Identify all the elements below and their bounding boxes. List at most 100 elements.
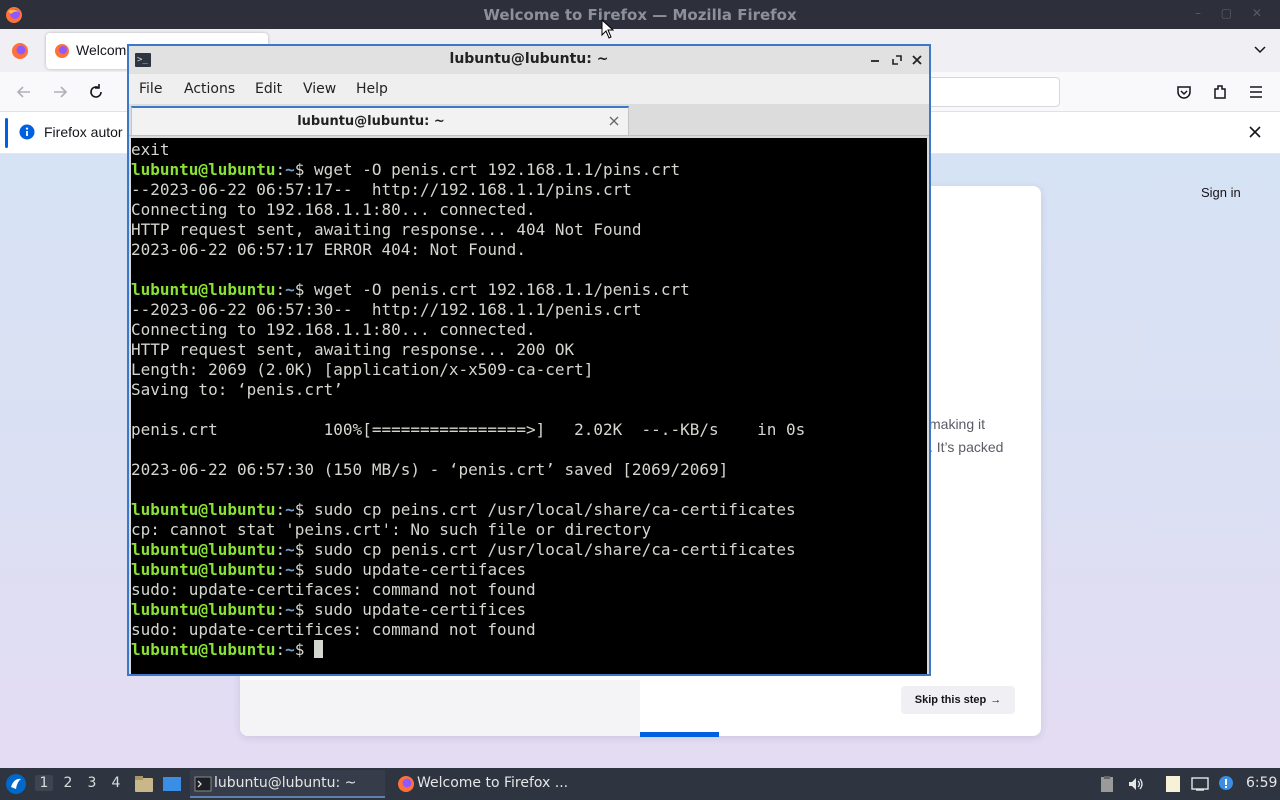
prompt-separator: :: [275, 280, 286, 299]
skip-step-button[interactable]: Skip this step →: [901, 686, 1015, 714]
terminal-command-line: lubuntu@lubuntu:~$ sudo update-certiface…: [131, 560, 927, 580]
welcome-body-text: . It’s packed: [929, 439, 1004, 455]
prompt-user: lubuntu@lubuntu: [131, 600, 276, 619]
reload-icon[interactable]: [86, 82, 106, 102]
menu-actions[interactable]: Actions: [184, 81, 235, 97]
prompt-separator: :: [275, 540, 286, 559]
prompt-symbol: $: [294, 280, 315, 299]
prompt-user: lubuntu@lubuntu: [131, 540, 276, 559]
minimize-icon[interactable]: [868, 53, 882, 67]
network-icon[interactable]: [1191, 775, 1209, 793]
close-icon[interactable]: [1247, 124, 1263, 140]
terminal-tabbar: lubuntu@lubuntu: ~: [129, 104, 929, 136]
prompt-path: ~: [285, 160, 295, 179]
firefox-window-controls[interactable]: – ▢ ✕: [1195, 6, 1270, 20]
text-cursor: [314, 640, 324, 658]
menu-help[interactable]: Help: [356, 81, 388, 97]
menu-view[interactable]: View: [303, 81, 336, 97]
info-icon: [19, 124, 35, 140]
menu-edit[interactable]: Edit: [255, 81, 282, 97]
prompt-symbol: $: [294, 160, 315, 179]
prompt-user: lubuntu@lubuntu: [131, 500, 276, 519]
prompt-separator: :: [275, 560, 286, 579]
terminal-command-line: lubuntu@lubuntu:~$ sudo cp peins.crt /us…: [131, 500, 927, 520]
hamburger-menu-icon[interactable]: [1246, 82, 1266, 102]
terminal-output[interactable]: exit lubuntu@lubuntu:~$ wget -O penis.crt…: [131, 138, 927, 674]
terminal-output-line: 2023-06-22 06:57:17 ERROR 404: Not Found…: [131, 240, 526, 259]
terminal-command-line: lubuntu@lubuntu:~$ sudo update-certifice…: [131, 600, 927, 620]
prompt-user: lubuntu@lubuntu: [131, 640, 276, 659]
terminal-window[interactable]: >_ lubuntu@lubuntu: ~ File Actions Edit …: [127, 44, 931, 676]
welcome-body-text: making it: [929, 416, 986, 432]
close-icon[interactable]: [608, 115, 620, 127]
volume-icon[interactable]: [1127, 775, 1145, 793]
pocket-icon[interactable]: [1174, 82, 1194, 102]
command-text: wget -O penis.crt 192.168.1.1/penis.crt: [314, 280, 690, 299]
terminal-output-line: --2023-06-22 06:57:30-- http://192.168.1…: [131, 300, 642, 319]
workspace-2[interactable]: 2: [59, 775, 77, 791]
update-notifier-icon[interactable]: [1217, 775, 1235, 793]
terminal-output-line: penis.crt 100%[================>] 2.02K …: [131, 420, 806, 439]
sign-in-link[interactable]: Sign in: [1201, 185, 1241, 200]
step-progress-indicator: [640, 732, 719, 737]
terminal-output-line: cp: cannot stat 'peins.crt': No such fil…: [131, 520, 652, 539]
terminal-output-line: Length: 2069 (2.0K) [application/x-x509-…: [131, 360, 594, 379]
terminal-command-line: lubuntu@lubuntu:~$ sudo cp penis.crt /us…: [131, 540, 927, 560]
extensions-icon[interactable]: [1210, 82, 1230, 102]
prompt-path: ~: [285, 560, 295, 579]
maximize-icon[interactable]: [890, 53, 904, 67]
prompt-path: ~: [285, 500, 295, 519]
prompt-separator: :: [275, 600, 286, 619]
back-arrow-icon[interactable]: [14, 82, 34, 102]
taskbar-task-firefox[interactable]: Welcome to Firefox ...: [393, 770, 583, 798]
terminal-tab-label: lubuntu@lubuntu: ~: [297, 114, 445, 129]
workspace-1[interactable]: 1: [35, 775, 53, 791]
terminal-output-line: 2023-06-22 06:57:30 (150 MB/s) - ‘penis.…: [131, 460, 729, 479]
prompt-user: lubuntu@lubuntu: [131, 280, 276, 299]
command-text: sudo cp peins.crt /usr/local/share/ca-ce…: [314, 500, 796, 519]
terminal-output-line: sudo: update-certifaces: command not fou…: [131, 580, 536, 599]
lubuntu-menu-icon[interactable]: [5, 773, 27, 795]
command-text: wget -O penis.crt 192.168.1.1/pins.crt: [314, 160, 681, 179]
terminal-titlebar[interactable]: >_ lubuntu@lubuntu: ~: [129, 46, 929, 74]
terminal-command-line: lubuntu@lubuntu:~$: [131, 640, 927, 660]
taskbar-task-terminal[interactable]: lubuntu@lubuntu: ~: [190, 770, 385, 798]
skip-step-label: Skip this step: [914, 694, 987, 706]
terminal-command-line: lubuntu@lubuntu:~$ wget -O penis.crt 192…: [131, 160, 927, 180]
terminal-output-line: Connecting to 192.168.1.1:80... connecte…: [131, 320, 536, 339]
url-bar[interactable]: [928, 77, 1060, 107]
forward-arrow-icon[interactable]: [50, 82, 70, 102]
terminal-window-title: lubuntu@lubuntu: ~: [449, 51, 609, 67]
firefox-icon: [55, 44, 69, 58]
terminal-icon: [194, 776, 212, 792]
file-manager-icon[interactable]: [134, 775, 154, 793]
prompt-path: ~: [285, 280, 295, 299]
command-text: sudo update-certifaces: [314, 560, 526, 579]
arrow-right-icon: →: [990, 694, 1002, 706]
close-icon[interactable]: [910, 53, 924, 67]
workspace-4[interactable]: 4: [107, 775, 125, 791]
workspace-3[interactable]: 3: [83, 775, 101, 791]
terminal-output-line: Saving to: ‘penis.crt’: [131, 380, 343, 399]
prompt-symbol: $: [294, 600, 315, 619]
chevron-down-icon[interactable]: [1252, 41, 1268, 57]
prompt-user: lubuntu@lubuntu: [131, 560, 276, 579]
notes-icon[interactable]: [1164, 775, 1182, 793]
firefox-icon: [398, 776, 414, 792]
menu-file[interactable]: File: [139, 81, 162, 97]
show-desktop-icon[interactable]: [162, 775, 182, 793]
clock[interactable]: 6:59: [1246, 775, 1277, 791]
mouse-cursor-icon: [601, 19, 614, 39]
welcome-card-footer: [240, 680, 640, 736]
prompt-separator: :: [275, 500, 286, 519]
clipboard-icon[interactable]: [1098, 775, 1116, 793]
terminal-output-line: HTTP request sent, awaiting response... …: [131, 340, 575, 359]
firefox-titlebar: Welcome to Firefox — Mozilla Firefox – ▢…: [0, 0, 1280, 29]
terminal-tab[interactable]: lubuntu@lubuntu: ~: [131, 106, 629, 135]
terminal-command-line: lubuntu@lubuntu:~$ wget -O penis.crt 192…: [131, 280, 927, 300]
notification-text: Firefox autor: [44, 124, 123, 140]
firefox-view-icon[interactable]: [11, 42, 29, 60]
terminal-output-line: exit: [131, 140, 170, 159]
